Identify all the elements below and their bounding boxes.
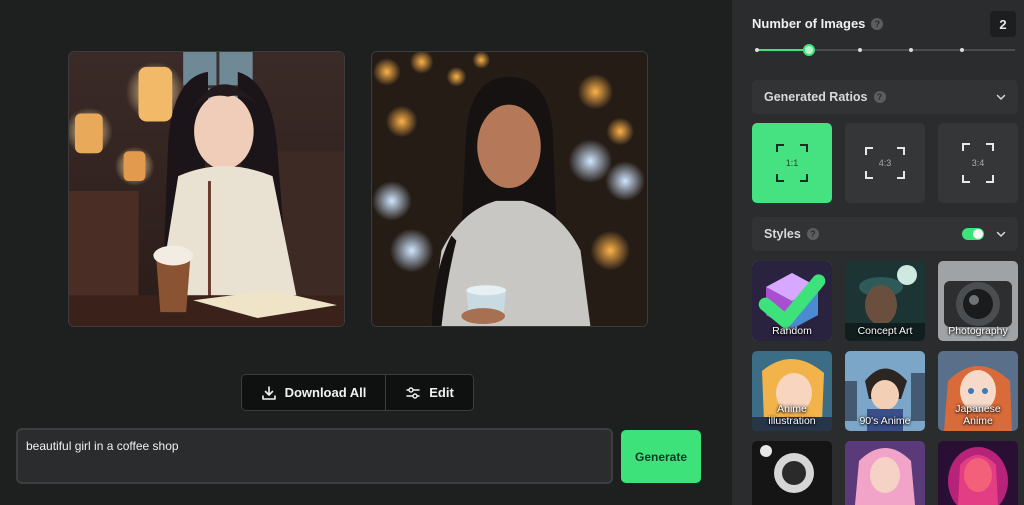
ratio-frame-icon: 1:1 — [776, 144, 808, 182]
ratio-option-3-4[interactable]: 3:4 — [938, 123, 1018, 203]
slider-thumb[interactable] — [803, 44, 815, 56]
slider-step[interactable] — [960, 48, 964, 52]
chevron-down-icon — [996, 231, 1006, 238]
edit-button[interactable]: Edit — [386, 375, 473, 410]
pink-portrait-thumbnail — [845, 441, 925, 505]
number-of-images-heading: Number of Images ? — [752, 16, 884, 31]
style-label: 90's Anime — [859, 415, 911, 427]
ratio-frame-icon: 3:4 — [962, 143, 994, 183]
style-anime-illustration[interactable]: Anime illustration — [752, 351, 832, 431]
slider-fill — [757, 49, 807, 51]
slider-step[interactable] — [909, 48, 913, 52]
style-90s-anime[interactable]: 90's Anime — [845, 351, 925, 431]
style-photography[interactable]: Photography — [938, 261, 1018, 341]
chevron-down-icon — [996, 94, 1006, 101]
ratio-frame-icon: 4:3 — [865, 147, 905, 179]
help-icon[interactable]: ? — [871, 17, 884, 30]
ratio-label: 1:1 — [785, 158, 799, 168]
ratio-option-4-3[interactable]: 4:3 — [845, 123, 925, 203]
styles-header[interactable]: Styles ? — [752, 217, 1018, 251]
sliders-icon — [406, 386, 420, 399]
style-label: Concept Art — [857, 325, 913, 337]
main-area: Download All Edit Generate — [0, 0, 732, 505]
generated-image-photo-girl[interactable] — [371, 51, 648, 327]
styles-toggle[interactable] — [962, 228, 984, 240]
style-concept-art[interactable]: Concept Art — [845, 261, 925, 341]
download-all-label: Download All — [284, 385, 367, 400]
ratio-option-1-1[interactable]: 1:1 — [752, 123, 832, 203]
generated-ratios-header[interactable]: Generated Ratios ? — [752, 80, 1018, 114]
style-label: Anime illustration — [768, 403, 816, 427]
download-icon — [261, 385, 276, 400]
generated-image-anime-girl[interactable] — [68, 51, 345, 327]
style-japanese-anime[interactable]: Japanese Anime — [938, 351, 1018, 431]
style-portrait-pink[interactable] — [845, 441, 925, 505]
style-label: Photography — [948, 325, 1008, 337]
download-all-button[interactable]: Download All — [242, 375, 386, 410]
astronaut-thumbnail — [752, 441, 832, 505]
style-neon[interactable] — [938, 441, 1018, 505]
ratio-label: 4:3 — [878, 158, 892, 168]
generated-ratios-title: Generated Ratios — [764, 90, 868, 104]
ratio-label: 3:4 — [971, 158, 985, 168]
number-of-images-value: 2 — [990, 11, 1016, 37]
slider-step[interactable] — [858, 48, 862, 52]
edit-label: Edit — [429, 385, 454, 400]
style-astronaut[interactable] — [752, 441, 832, 505]
settings-sidebar: Number of Images ? 2 Generated Ratios ? … — [732, 0, 1024, 505]
help-icon[interactable]: ? — [806, 228, 819, 240]
neon-portrait-thumbnail — [938, 441, 1018, 505]
prompt-input[interactable] — [16, 428, 613, 484]
photo-girl-illustration — [372, 52, 647, 326]
number-of-images-slider[interactable] — [755, 44, 1015, 56]
style-label: Random — [772, 325, 812, 337]
slider-step[interactable] — [755, 48, 759, 52]
image-actions-bar: Download All Edit — [241, 374, 474, 411]
style-random[interactable]: Random — [752, 261, 832, 341]
help-icon[interactable]: ? — [873, 91, 886, 103]
style-label: Japanese Anime — [955, 403, 1001, 427]
generate-button[interactable]: Generate — [621, 430, 701, 483]
number-of-images-title: Number of Images — [752, 16, 866, 31]
styles-title: Styles — [764, 227, 801, 241]
anime-girl-illustration — [69, 52, 344, 326]
